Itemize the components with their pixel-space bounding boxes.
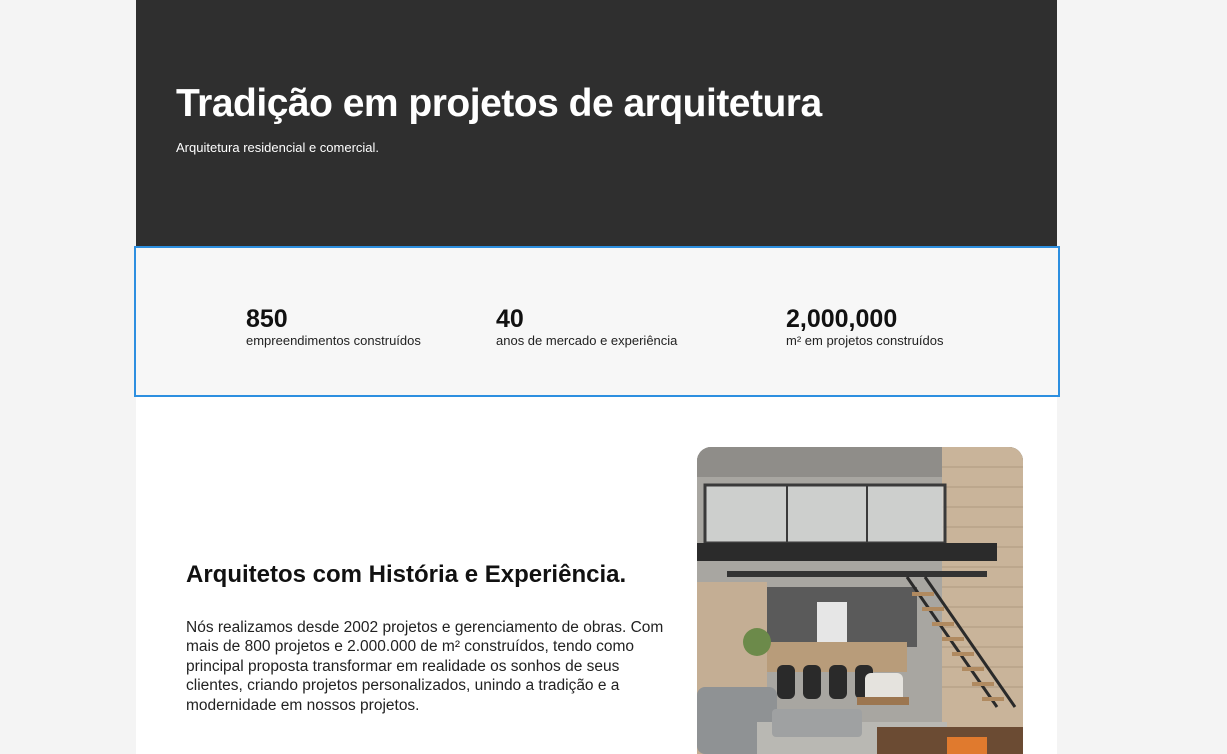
stat-value: 40 xyxy=(496,305,524,333)
hero-title: Tradição em projetos de arquitetura xyxy=(176,82,822,125)
stat-projects: 850 empreendimentos construídos xyxy=(246,305,421,349)
loft-interior-photo xyxy=(697,447,1023,754)
stat-value: 850 xyxy=(246,305,288,333)
stat-label: m² em projetos construídos xyxy=(786,333,944,348)
stats-bar: 850 empreendimentos construídos 40 anos … xyxy=(134,246,1060,397)
stat-years: 40 anos de mercado e experiência xyxy=(496,305,677,349)
stat-label: empreendimentos construídos xyxy=(246,333,421,348)
stat-area: 2,000,000 m² em projetos construídos xyxy=(786,305,944,349)
stat-value: 2,000,000 xyxy=(786,305,898,333)
loft-interior-illustration xyxy=(697,447,1023,754)
hero-subtitle: Arquitetura residencial e comercial. xyxy=(176,140,380,155)
about-text: Nós realizamos desde 2002 projetos e ger… xyxy=(186,619,664,714)
stat-label: anos de mercado e experiência xyxy=(496,333,678,348)
hero-banner: Tradição em projetos de arquitetura Arqu… xyxy=(136,0,1057,247)
about-title: Arquitetos com História e Experiência. xyxy=(186,561,627,588)
